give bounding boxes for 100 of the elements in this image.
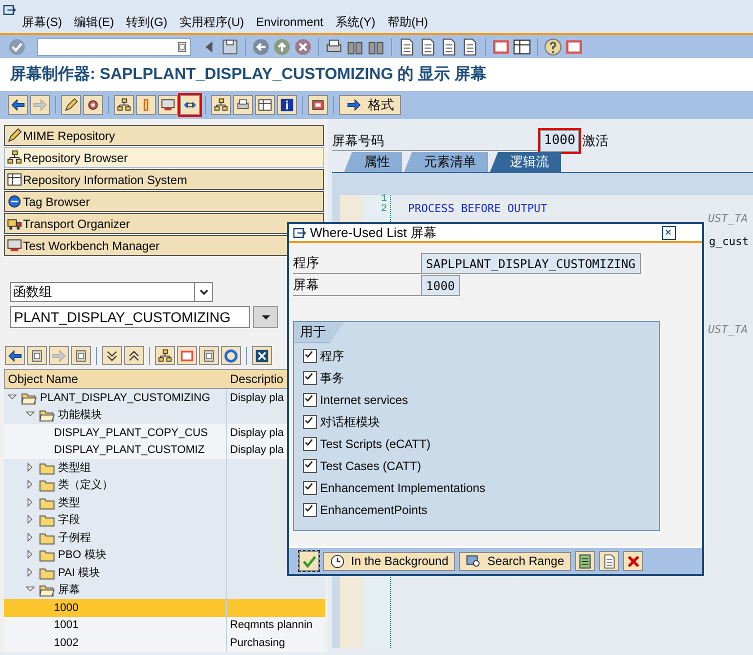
background-button[interactable]: In the Background bbox=[323, 552, 456, 570]
enter-icon[interactable] bbox=[8, 38, 26, 56]
nav-button[interactable]: Repository Information System bbox=[4, 169, 324, 190]
tab[interactable]: 逻辑流 bbox=[490, 152, 561, 172]
printer-button[interactable] bbox=[233, 95, 253, 115]
menu-item[interactable]: 编辑(E) bbox=[74, 13, 114, 31]
back-icon bbox=[8, 348, 22, 362]
arrow-icon bbox=[346, 98, 362, 112]
tree-item[interactable]: DISPLAY_PLANT_COPY_CUS bbox=[52, 424, 210, 442]
screen-icon bbox=[7, 238, 22, 253]
screen-number-field[interactable]: 1000 bbox=[540, 130, 580, 152]
tab[interactable]: 属性 bbox=[344, 152, 402, 172]
checkbox[interactable] bbox=[303, 436, 317, 450]
checkbox[interactable] bbox=[303, 414, 317, 428]
checkbox[interactable] bbox=[303, 502, 317, 516]
forward-icon bbox=[52, 348, 66, 362]
checkbox-label: Enhancement Implementations bbox=[320, 480, 486, 496]
back-button[interactable] bbox=[5, 346, 25, 365]
format-button[interactable]: 格式 bbox=[339, 95, 401, 115]
page-icon[interactable] bbox=[461, 38, 479, 56]
menu-item[interactable]: 实用程序(U) bbox=[179, 13, 244, 31]
clipboard-icon bbox=[74, 348, 88, 362]
tree-item[interactable]: 屏幕 bbox=[56, 582, 82, 599]
save-icon[interactable] bbox=[221, 38, 239, 56]
column-header: Object Name bbox=[7, 371, 80, 388]
checkbox[interactable] bbox=[303, 480, 317, 494]
menu-item[interactable]: 转到(G) bbox=[126, 13, 168, 31]
tree-item[interactable]: 类型 bbox=[56, 494, 82, 512]
tree-item[interactable]: DISPLAY_PLANT_CUSTOMIZ bbox=[52, 442, 207, 459]
checkbox[interactable] bbox=[303, 458, 317, 472]
where-used-button[interactable] bbox=[180, 95, 200, 115]
menu-item[interactable]: 屏幕(S) bbox=[22, 13, 62, 31]
refresh-button[interactable] bbox=[221, 346, 241, 365]
page-icon[interactable] bbox=[419, 38, 437, 56]
nav-button[interactable]: Repository Browser bbox=[4, 147, 324, 168]
tree-item[interactable]: 1000 bbox=[52, 599, 80, 616]
code-text: UST_TA bbox=[707, 323, 748, 336]
pencil-icon bbox=[64, 98, 78, 112]
form-icon bbox=[258, 98, 272, 112]
back-icon[interactable] bbox=[252, 38, 270, 56]
tree-item[interactable]: 类（定义） bbox=[56, 476, 115, 494]
hierarchy-button[interactable] bbox=[211, 95, 231, 115]
checkbox[interactable] bbox=[303, 370, 317, 384]
clipboard-icon bbox=[202, 348, 216, 362]
checkbox[interactable] bbox=[303, 348, 317, 362]
help-icon[interactable] bbox=[544, 38, 562, 56]
cancel-icon[interactable] bbox=[294, 38, 312, 56]
form-button[interactable] bbox=[255, 95, 275, 115]
list-button[interactable] bbox=[575, 551, 596, 571]
exit-icon[interactable] bbox=[273, 38, 291, 56]
info-button[interactable] bbox=[277, 95, 297, 115]
clipboard-button[interactable] bbox=[199, 346, 219, 365]
screen-icon bbox=[161, 98, 175, 112]
tree-item[interactable]: 子例程 bbox=[56, 529, 93, 546]
bulb-button[interactable] bbox=[136, 95, 156, 115]
hierarchy-button[interactable] bbox=[155, 346, 175, 365]
status-text: 激活 bbox=[582, 132, 608, 150]
nav-button[interactable]: Tag Browser bbox=[4, 191, 324, 212]
search-range-button[interactable]: Search Range bbox=[459, 552, 572, 570]
pencil-button[interactable] bbox=[61, 95, 81, 115]
back-button[interactable] bbox=[8, 95, 28, 115]
cancel-button[interactable] bbox=[623, 551, 644, 571]
command-field[interactable] bbox=[37, 38, 191, 56]
nav-button[interactable]: MIME Repository bbox=[4, 125, 324, 146]
clipboard-button[interactable] bbox=[27, 346, 47, 365]
page-icon[interactable] bbox=[440, 38, 458, 56]
close-button[interactable] bbox=[252, 346, 272, 365]
menu-item[interactable]: Environment bbox=[256, 13, 324, 31]
tree-item[interactable]: PLANT_DISPLAY_CUSTOMIZING bbox=[38, 389, 212, 406]
hierarchy-icon bbox=[7, 150, 22, 165]
tab[interactable]: 元素清单 bbox=[404, 152, 488, 172]
tree-item[interactable]: 1001 bbox=[52, 616, 80, 634]
close-button[interactable] bbox=[662, 226, 676, 240]
page-button[interactable] bbox=[599, 551, 620, 571]
list-icon bbox=[578, 554, 593, 568]
collapse-button[interactable] bbox=[124, 346, 144, 365]
page-icon bbox=[602, 554, 617, 568]
dropdown-button[interactable] bbox=[253, 306, 278, 328]
confirm-button[interactable] bbox=[299, 551, 319, 571]
tree-item[interactable]: 类型组 bbox=[56, 459, 93, 476]
menu-item[interactable]: 帮助(H) bbox=[387, 13, 428, 31]
object-name-field[interactable]: PLANT_DISPLAY_CUSTOMIZING bbox=[10, 306, 250, 328]
checkbox[interactable] bbox=[303, 392, 317, 406]
tree-item[interactable]: PBO 模块 bbox=[56, 546, 108, 564]
close-icon bbox=[255, 348, 269, 362]
tree-item[interactable]: 1002 bbox=[52, 634, 80, 652]
expand-button[interactable] bbox=[102, 346, 122, 365]
screen-button[interactable] bbox=[158, 95, 178, 115]
forward-icon bbox=[33, 98, 47, 112]
tree-item[interactable]: 字段 bbox=[56, 512, 82, 529]
hierarchy-button[interactable] bbox=[114, 95, 134, 115]
tree-item[interactable]: PAI 模块 bbox=[56, 564, 102, 582]
tree-item[interactable]: 功能模块 bbox=[56, 406, 104, 424]
clipboard-button[interactable] bbox=[71, 346, 91, 365]
line-number: 1 bbox=[380, 194, 387, 205]
menu-item[interactable]: 系统(Y) bbox=[335, 13, 376, 31]
page-icon[interactable] bbox=[398, 38, 416, 56]
screen-title: 屏幕制作器: SAPLPLANT_DISPLAY_CUSTOMIZING 的 显示 屏幕 bbox=[0, 58, 753, 91]
object-type-dropdown[interactable]: 函数组 bbox=[10, 282, 213, 302]
code-text: g_cust bbox=[708, 235, 749, 248]
